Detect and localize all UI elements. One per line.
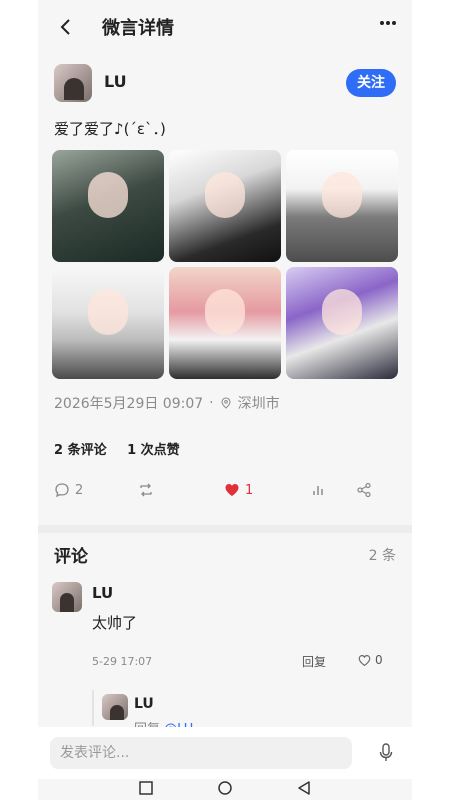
comment-like-count: 0 xyxy=(375,653,383,667)
post-location[interactable]: 深圳市 xyxy=(238,393,280,413)
image-grid xyxy=(52,150,398,380)
back-nav-icon[interactable] xyxy=(296,780,312,796)
comment-count: 2 xyxy=(75,482,84,498)
heart-outline-icon xyxy=(358,654,371,666)
comments-count: 2 条 xyxy=(368,548,396,564)
post-image-3[interactable] xyxy=(286,150,398,262)
comment-input[interactable]: 发表评论... xyxy=(50,737,352,769)
comment-input-bar: 发表评论... xyxy=(38,727,412,779)
comment-stat: 2 条评论 xyxy=(54,443,107,458)
reply-button[interactable]: 回复 xyxy=(302,653,326,670)
post-stats: 2 条评论 1 次点赞 xyxy=(54,439,196,458)
recent-apps-icon[interactable] xyxy=(138,780,154,796)
reply-thread-line xyxy=(92,690,94,726)
home-icon[interactable] xyxy=(217,780,233,796)
meta-separator: · xyxy=(209,395,214,411)
comments-heading: 评论 xyxy=(54,547,88,567)
repost-icon xyxy=(140,483,152,497)
like-stat: 1 次点赞 xyxy=(127,443,180,458)
heart-icon xyxy=(225,484,239,496)
comment-text: 太帅了 xyxy=(92,614,138,632)
follow-button[interactable]: 关注 xyxy=(346,69,396,97)
reply-avatar[interactable] xyxy=(102,694,128,720)
like-action[interactable]: 1 xyxy=(224,482,253,498)
phone-screen: 微言详情 LU 关注 爱了爱了♪(´ε`．) 2026年5月29日 09:07 … xyxy=(38,0,412,800)
post-image-4[interactable] xyxy=(52,267,164,379)
action-bar: 2 1 xyxy=(54,482,396,504)
location-icon xyxy=(221,397,231,409)
page-title: 微言详情 xyxy=(102,18,174,39)
post-image-2[interactable] xyxy=(169,150,281,262)
share-icon xyxy=(357,482,371,498)
like-count: 1 xyxy=(245,482,254,498)
section-divider xyxy=(38,525,412,533)
repost-action[interactable] xyxy=(138,482,154,498)
reply-author[interactable]: LU xyxy=(134,696,154,712)
comment-avatar[interactable] xyxy=(52,582,82,612)
post-image-5[interactable] xyxy=(169,267,281,379)
post-meta: 2026年5月29日 09:07 · 深圳市 xyxy=(54,393,280,413)
system-nav-bar xyxy=(0,776,450,800)
post-datetime: 2026年5月29日 09:07 xyxy=(54,396,204,412)
back-icon[interactable] xyxy=(56,16,76,38)
author-avatar[interactable] xyxy=(54,64,92,102)
post-image-1[interactable] xyxy=(52,150,164,262)
comment-like-button[interactable]: 0 xyxy=(358,653,383,667)
share-action[interactable] xyxy=(356,482,372,498)
author-row: LU 关注 xyxy=(54,64,396,104)
comment-action[interactable]: 2 xyxy=(54,482,83,498)
comment-time: 5-29 17:07 xyxy=(92,655,153,668)
post-image-6[interactable] xyxy=(286,267,398,379)
comment-icon xyxy=(55,483,69,498)
post-text: 爱了爱了♪(´ε`．) xyxy=(54,120,166,138)
author-name[interactable]: LU xyxy=(104,72,127,91)
top-bar: 微言详情 xyxy=(38,0,412,56)
stats-action[interactable] xyxy=(310,482,326,498)
comment-author[interactable]: LU xyxy=(92,584,113,602)
more-icon[interactable] xyxy=(378,12,398,39)
mic-icon[interactable] xyxy=(378,743,394,763)
bar-chart-icon xyxy=(313,486,323,495)
